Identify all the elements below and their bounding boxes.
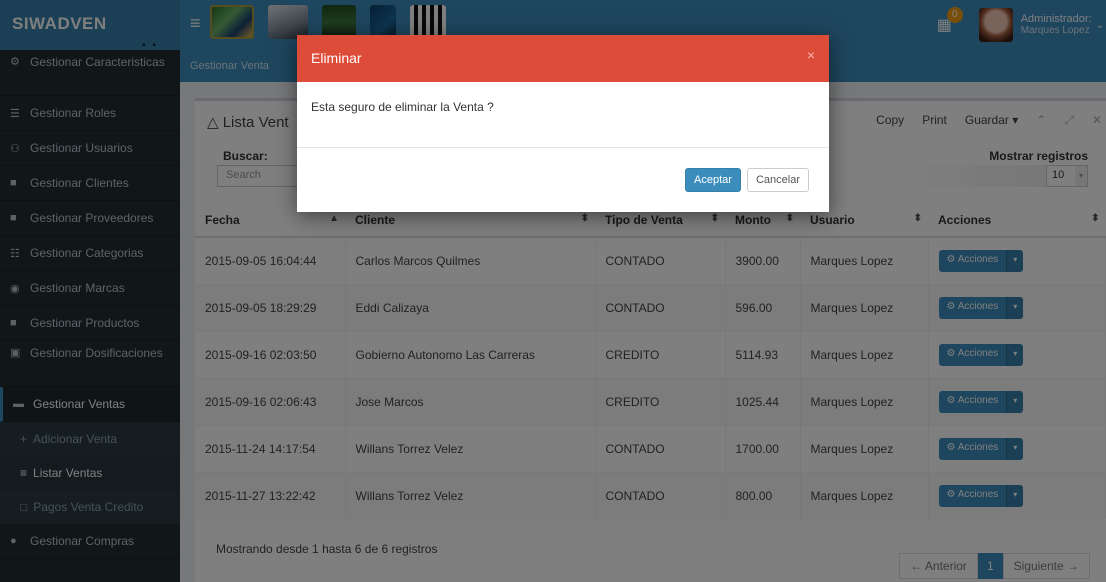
modal-title: Eliminar: [311, 50, 362, 66]
delete-modal: Eliminar × Esta seguro de eliminar la Ve…: [297, 35, 829, 212]
modal-message: Esta seguro de eliminar la Venta ?: [297, 82, 829, 148]
close-icon[interactable]: ×: [807, 47, 815, 63]
modal-header: Eliminar ×: [297, 35, 829, 82]
modal-footer: Aceptar Cancelar: [297, 148, 829, 212]
accept-button[interactable]: Aceptar: [685, 168, 741, 192]
cancel-button[interactable]: Cancelar: [746, 168, 809, 192]
